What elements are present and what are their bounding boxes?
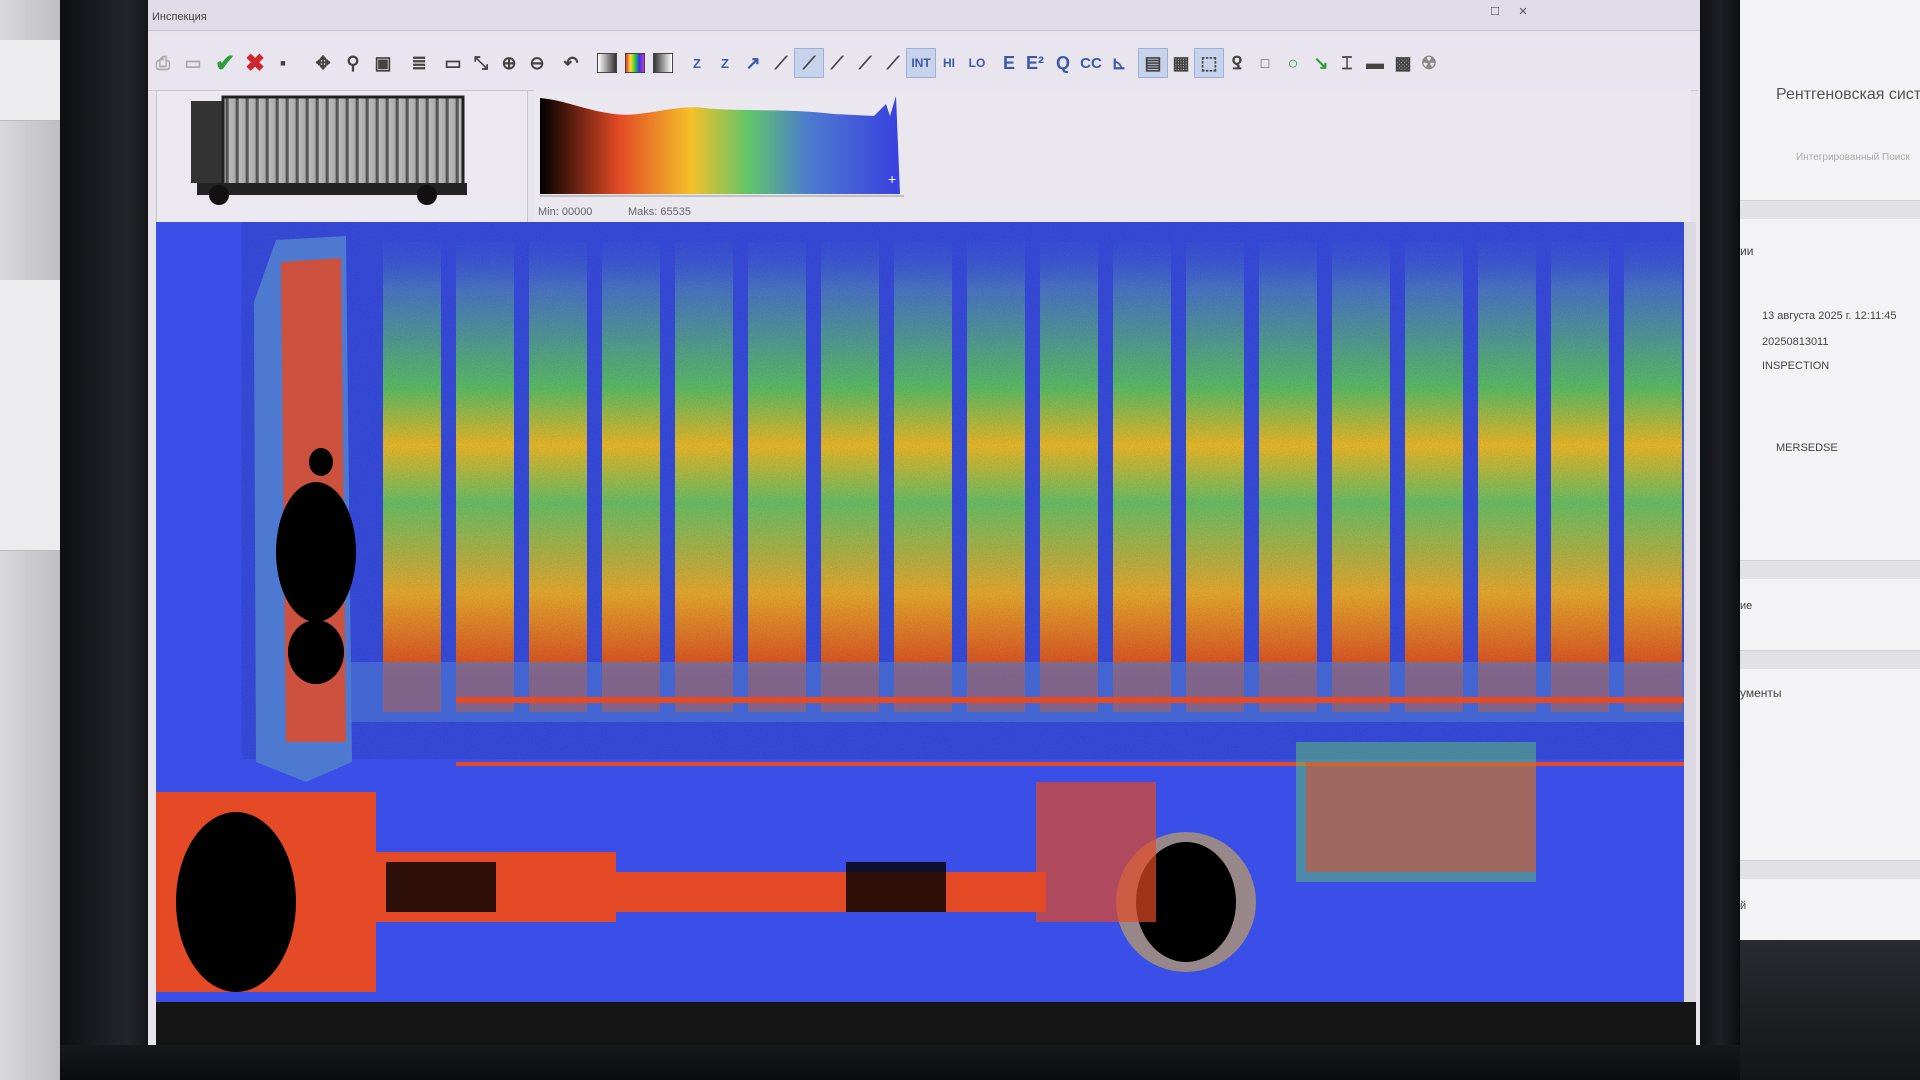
section-label: ие	[1740, 600, 1753, 612]
svg-text:+: +	[888, 171, 896, 187]
undo-icon[interactable]: ↶	[556, 48, 586, 78]
section-label: й	[1740, 900, 1747, 912]
overview-panel	[156, 90, 528, 224]
scan-mode: INSPECTION	[1762, 360, 1830, 372]
select-area-icon[interactable]: ⬚	[1194, 48, 1224, 78]
vertical-scrollbar[interactable]	[1684, 222, 1696, 1002]
z-button[interactable]: Z	[682, 48, 712, 78]
ruler-icon[interactable]: ▬	[1360, 48, 1390, 78]
secondary-monitor: Рентгеновская сист Интегрированный Поиск…	[1740, 0, 1920, 940]
layout-icon[interactable]: ▤	[1138, 48, 1168, 78]
z-plus-button[interactable]: Z	[710, 48, 740, 78]
toolbar: ⎙ ▭ ✔ ✖ ▪ ✥ ⚲ ▣ ≣ ▭ ⤡ ⊕ ⊖ ↶ Z Z ↗ ⟋ ⟋ ⟋ …	[148, 36, 1698, 91]
documents-link[interactable]: ументы	[1740, 686, 1782, 700]
app-subtitle: Интегрированный Поиск	[1796, 152, 1910, 163]
move-icon[interactable]: ✥	[308, 48, 338, 78]
e2-button[interactable]: E²	[1020, 48, 1050, 78]
hi-button[interactable]: HI	[934, 48, 964, 78]
comment-icon[interactable]: ▭	[178, 48, 208, 78]
section-divider	[1740, 650, 1920, 669]
chart-icon[interactable]: ⊾	[1104, 48, 1134, 78]
desk-background	[0, 0, 60, 1080]
monitor-bezel-right	[1700, 0, 1740, 1080]
z-arrow-icon[interactable]: ↗	[738, 48, 768, 78]
inspection-window: Инспекция ☐ ✕ ⎙ ▭ ✔ ✖ ▪ ✥ ⚲ ▣ ≣ ▭ ⤡ ⊕ ⊖ …	[148, 0, 1700, 1048]
curve-4-icon[interactable]: ⟋	[850, 48, 880, 78]
vehicle-overview-thumbnail[interactable]	[157, 91, 527, 223]
app-title: Рентгеновская сист	[1776, 86, 1920, 103]
grid-icon[interactable]: ▦	[1166, 48, 1196, 78]
xray-scan-view[interactable]	[156, 222, 1696, 1048]
magnifier-icon[interactable]: ⚲	[338, 48, 368, 78]
section-divider	[1740, 560, 1920, 579]
text-cursor-icon[interactable]: ⌶	[1332, 48, 1362, 78]
zoom-tool-icon[interactable]: ⤡	[466, 48, 496, 78]
monitor-bezel-bottom	[60, 1045, 1740, 1080]
circle-icon[interactable]: ○	[1278, 48, 1308, 78]
save-icon[interactable]: ▪	[268, 48, 298, 78]
section-divider	[1740, 860, 1920, 879]
zoom-in-icon[interactable]: ⊕	[494, 48, 524, 78]
zoom-out-icon[interactable]: ⊖	[522, 48, 552, 78]
histogram-panel: +	[534, 90, 1691, 222]
histogram-min-label: Min: 00000	[538, 206, 593, 218]
q-button[interactable]: Q	[1048, 48, 1078, 78]
curve-1-icon[interactable]: ⟋	[766, 48, 796, 78]
cc-button[interactable]: CC	[1076, 48, 1106, 78]
histogram-chart[interactable]: +	[534, 90, 934, 222]
close-button[interactable]: ✕	[1512, 4, 1534, 20]
curve-3-icon[interactable]: ⟋	[822, 48, 852, 78]
secondary-monitor-bezel	[1740, 940, 1920, 1080]
section-divider	[1740, 200, 1920, 219]
grayscale-mode-icon[interactable]	[592, 48, 622, 78]
reject-icon[interactable]: ✖	[240, 48, 270, 78]
xray-scan-image	[156, 236, 1696, 1048]
window-title: Инспекция	[152, 11, 207, 23]
section-label: ии	[1740, 244, 1754, 258]
maximize-button[interactable]: ☐	[1484, 4, 1506, 20]
int-button[interactable]: INT	[906, 48, 936, 78]
vehicle-name: MERSEDSE	[1776, 442, 1838, 454]
color-mode-icon[interactable]	[620, 48, 650, 78]
print-icon[interactable]: ⎙	[148, 48, 178, 78]
monitor-icon[interactable]: ▭	[438, 48, 468, 78]
curve-5-icon[interactable]: ⟋	[878, 48, 908, 78]
image-icon[interactable]: ▣	[368, 48, 398, 78]
histogram-max-label: Maks: 65535	[628, 206, 691, 218]
title-bar: Инспекция ☐ ✕	[148, 0, 1700, 31]
rectangle-icon[interactable]: □	[1250, 48, 1280, 78]
lasso-icon[interactable]: Ꝿ	[1222, 48, 1252, 78]
radiation-icon[interactable]: ☢	[1414, 48, 1444, 78]
lo-button[interactable]: LO	[962, 48, 992, 78]
accept-icon[interactable]: ✔	[210, 48, 240, 78]
monitor-bezel-left	[60, 0, 155, 1080]
inverse-mode-icon[interactable]	[648, 48, 678, 78]
stack-icon[interactable]: ≣	[404, 48, 434, 78]
curve-2-icon[interactable]: ⟋	[794, 48, 824, 78]
scan-datetime: 13 августа 2025 г. 12:11:45	[1762, 310, 1897, 322]
scan-id: 20250813011	[1762, 336, 1829, 348]
